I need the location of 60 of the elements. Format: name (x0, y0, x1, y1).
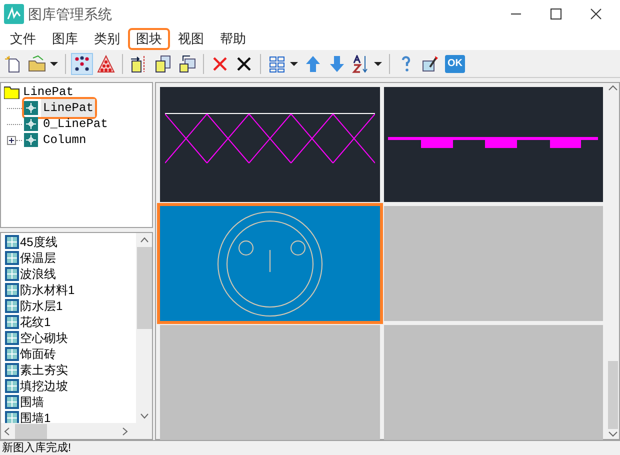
pattern-tile[interactable] (160, 206, 380, 321)
scrollbar[interactable] (1, 423, 152, 439)
status-text: 新图入库完成! (2, 442, 72, 454)
menu-item[interactable]: 类别 (86, 28, 128, 50)
pattern-tile[interactable] (160, 87, 380, 202)
ok-button[interactable]: OK (445, 54, 465, 72)
app-logo-icon (4, 4, 24, 24)
scrollbar-thumb[interactable] (136, 247, 152, 329)
block-icon (5, 267, 19, 281)
block-icon (24, 117, 38, 131)
list-item[interactable]: 防水材料1 (20, 283, 75, 297)
block-icon (5, 379, 19, 393)
block-icon (5, 315, 19, 329)
list-item[interactable]: 饰面砖 (20, 347, 56, 361)
block-icon (24, 133, 38, 147)
pattern-tile[interactable] (160, 325, 380, 440)
list-item[interactable]: 波浪线 (20, 267, 56, 281)
menu-item[interactable]: 图块 (128, 28, 170, 50)
menu-item[interactable]: 图库 (44, 28, 86, 50)
scroll-down-icon[interactable] (608, 429, 618, 439)
menu-item[interactable]: 文件 (2, 28, 44, 50)
block-icon (5, 347, 19, 361)
scrollbar-thumb[interactable] (15, 424, 47, 438)
block-icon (24, 101, 38, 115)
close-icon (590, 8, 602, 20)
dot-grid-icon[interactable] (71, 52, 93, 74)
tree-item[interactable]: Column (41, 131, 88, 149)
triangle-dots-icon[interactable] (95, 52, 117, 74)
pattern-tile[interactable] (384, 87, 603, 202)
pattern-tile[interactable] (384, 206, 603, 321)
tree-item[interactable]: LinePat (41, 99, 96, 117)
list-item[interactable]: 围墙1 (20, 411, 51, 425)
scrollbar[interactable] (607, 83, 619, 439)
list-item[interactable]: 填挖边坡 (20, 379, 68, 393)
scrollbar[interactable] (136, 233, 152, 423)
list-item[interactable]: 防水层1 (20, 299, 63, 313)
folder-icon[interactable] (26, 52, 48, 74)
menu-item[interactable]: 视图 (170, 28, 212, 50)
list-item[interactable]: 花纹1 (20, 315, 51, 329)
list-item[interactable]: 素土夯实 (20, 363, 68, 377)
window-title: 图库管理系统 (28, 4, 113, 24)
block-icon (5, 251, 19, 265)
list-item[interactable]: 空心砌块 (20, 331, 68, 345)
block-icon (5, 363, 19, 377)
block-icon (5, 331, 19, 345)
pattern-tile[interactable] (384, 325, 603, 440)
menu-item[interactable]: 帮助 (212, 28, 254, 50)
block-icon (5, 395, 19, 409)
tree-item[interactable]: LinePat (23, 83, 74, 101)
list-item[interactable]: 保温层 (20, 251, 56, 265)
tree-item[interactable]: 0_LinePat (41, 115, 110, 133)
block-icon (5, 283, 19, 297)
scroll-up-icon[interactable] (608, 83, 618, 93)
scrollbar-thumb[interactable] (608, 361, 618, 429)
maximize-icon (550, 8, 562, 20)
block-icon (5, 299, 19, 313)
list-item[interactable]: 45度线 (20, 235, 58, 249)
list-item[interactable]: 围墙 (20, 395, 44, 409)
block-icon (5, 235, 19, 249)
expand-icon[interactable] (7, 136, 16, 144)
